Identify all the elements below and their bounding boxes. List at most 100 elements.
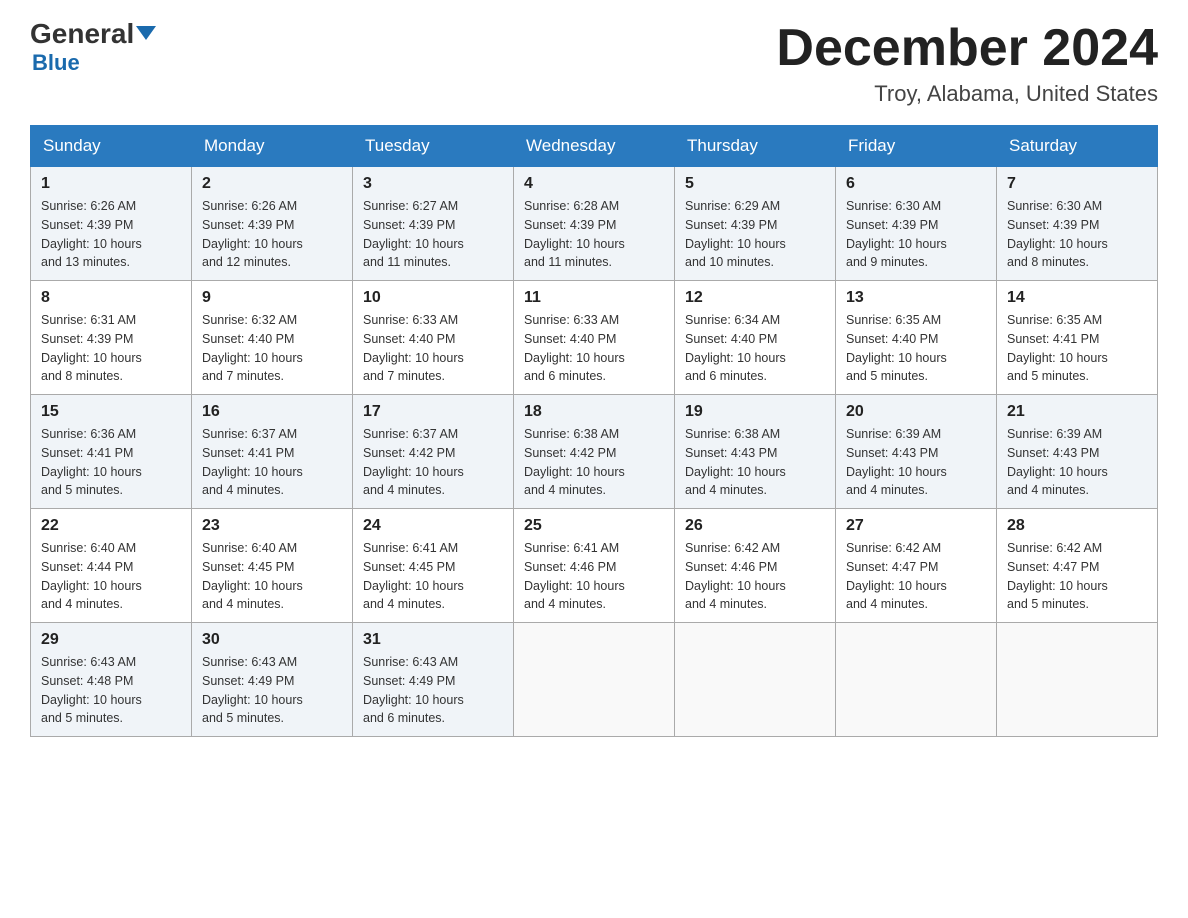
daylight-label: Daylight: 10 hours — [524, 237, 625, 251]
daylight-minutes: and 6 minutes. — [363, 711, 445, 725]
day-info: Sunrise: 6:31 AMSunset: 4:39 PMDaylight:… — [41, 311, 181, 386]
day-number: 26 — [685, 517, 825, 535]
day-info: Sunrise: 6:38 AMSunset: 4:42 PMDaylight:… — [524, 425, 664, 500]
daylight-minutes: and 13 minutes. — [41, 255, 130, 269]
daylight-label: Daylight: 10 hours — [363, 465, 464, 479]
sunrise-label: Sunrise: 6:39 AM — [846, 427, 941, 441]
day-info: Sunrise: 6:43 AMSunset: 4:49 PMDaylight:… — [363, 653, 503, 728]
sunset-label: Sunset: 4:41 PM — [41, 446, 133, 460]
day-number: 23 — [202, 517, 342, 535]
logo-blue: Blue — [30, 50, 80, 76]
daylight-minutes: and 4 minutes. — [363, 597, 445, 611]
day-info: Sunrise: 6:26 AMSunset: 4:39 PMDaylight:… — [202, 197, 342, 272]
day-number: 24 — [363, 517, 503, 535]
calendar-header-row: Sunday Monday Tuesday Wednesday Thursday… — [31, 126, 1158, 167]
day-number: 14 — [1007, 289, 1147, 307]
sunrise-label: Sunrise: 6:41 AM — [363, 541, 458, 555]
sunrise-label: Sunrise: 6:42 AM — [685, 541, 780, 555]
sunrise-label: Sunrise: 6:38 AM — [685, 427, 780, 441]
table-row: 22Sunrise: 6:40 AMSunset: 4:44 PMDayligh… — [31, 509, 192, 623]
sunrise-label: Sunrise: 6:37 AM — [202, 427, 297, 441]
daylight-label: Daylight: 10 hours — [202, 465, 303, 479]
sunset-label: Sunset: 4:40 PM — [524, 332, 616, 346]
day-number: 11 — [524, 289, 664, 307]
daylight-label: Daylight: 10 hours — [846, 237, 947, 251]
daylight-label: Daylight: 10 hours — [363, 237, 464, 251]
day-number: 31 — [363, 631, 503, 649]
day-number: 3 — [363, 175, 503, 193]
sunset-label: Sunset: 4:39 PM — [41, 218, 133, 232]
day-number: 5 — [685, 175, 825, 193]
day-number: 25 — [524, 517, 664, 535]
daylight-label: Daylight: 10 hours — [41, 351, 142, 365]
table-row — [514, 623, 675, 737]
sunset-label: Sunset: 4:39 PM — [685, 218, 777, 232]
table-row: 4 Sunrise: 6:28 AM Sunset: 4:39 PM Daylight… — [514, 167, 675, 281]
table-row: 19Sunrise: 6:38 AMSunset: 4:43 PMDayligh… — [675, 395, 836, 509]
col-monday: Monday — [192, 126, 353, 167]
table-row: 5Sunrise: 6:29 AMSunset: 4:39 PMDaylight… — [675, 167, 836, 281]
day-number: 4 — [524, 175, 664, 193]
day-info: Sunrise: 6:40 AMSunset: 4:45 PMDaylight:… — [202, 539, 342, 614]
day-info: Sunrise: 6:32 AMSunset: 4:40 PMDaylight:… — [202, 311, 342, 386]
daylight-label: Daylight: 10 hours — [1007, 579, 1108, 593]
day-info: Sunrise: 6:39 AMSunset: 4:43 PMDaylight:… — [846, 425, 986, 500]
sunset-label: Sunset: 4:39 PM — [363, 218, 455, 232]
table-row: 28Sunrise: 6:42 AMSunset: 4:47 PMDayligh… — [997, 509, 1158, 623]
daylight-minutes: and 4 minutes. — [1007, 483, 1089, 497]
sunset-label: Sunset: 4:47 PM — [846, 560, 938, 574]
sunrise-label: Sunrise: 6:41 AM — [524, 541, 619, 555]
sunset-label: Sunset: 4:40 PM — [363, 332, 455, 346]
day-number: 15 — [41, 403, 181, 421]
sunrise-label: Sunrise: 6:43 AM — [202, 655, 297, 669]
day-info: Sunrise: 6:41 AMSunset: 4:46 PMDaylight:… — [524, 539, 664, 614]
page-header: General Blue December 2024 Troy, Alabama… — [30, 20, 1158, 107]
day-info: Sunrise: 6:33 AMSunset: 4:40 PMDaylight:… — [363, 311, 503, 386]
sunrise-label: Sunrise: 6:31 AM — [41, 313, 136, 327]
day-info: Sunrise: 6:39 AMSunset: 4:43 PMDaylight:… — [1007, 425, 1147, 500]
table-row: 15Sunrise: 6:36 AMSunset: 4:41 PMDayligh… — [31, 395, 192, 509]
day-info: Sunrise: 6:42 AMSunset: 4:47 PMDaylight:… — [1007, 539, 1147, 614]
table-row: 9Sunrise: 6:32 AMSunset: 4:40 PMDaylight… — [192, 281, 353, 395]
sunrise-label: Sunrise: 6:30 AM — [1007, 199, 1102, 213]
day-number: 6 — [846, 175, 986, 193]
daylight-minutes: and 9 minutes. — [846, 255, 928, 269]
daylight-minutes: and 6 minutes. — [685, 369, 767, 383]
table-row — [836, 623, 997, 737]
daylight-label: Daylight: 10 hours — [41, 579, 142, 593]
daylight-label: Daylight: 10 hours — [202, 351, 303, 365]
day-number: 22 — [41, 517, 181, 535]
sunrise-label: Sunrise: 6:26 AM — [41, 199, 136, 213]
day-info: Sunrise: 6:33 AMSunset: 4:40 PMDaylight:… — [524, 311, 664, 386]
col-thursday: Thursday — [675, 126, 836, 167]
logo-text: General — [30, 20, 156, 48]
sunrise-label: Sunrise: 6:27 AM — [363, 199, 458, 213]
calendar-week-row: 1Sunrise: 6:26 AMSunset: 4:39 PMDaylight… — [31, 167, 1158, 281]
sunrise-label: Sunrise: 6:32 AM — [202, 313, 297, 327]
day-info: Sunrise: 6:42 AMSunset: 4:46 PMDaylight:… — [685, 539, 825, 614]
sunset-label: Sunset: 4:41 PM — [1007, 332, 1099, 346]
sunset-label: Sunset: 4:45 PM — [202, 560, 294, 574]
sunset-label: Sunset: 4:49 PM — [363, 674, 455, 688]
table-row — [675, 623, 836, 737]
daylight-label: Daylight: 10 hours — [363, 579, 464, 593]
calendar-week-row: 29Sunrise: 6:43 AMSunset: 4:48 PMDayligh… — [31, 623, 1158, 737]
sunset-label: Sunset: 4:39 PM — [846, 218, 938, 232]
day-number: 18 — [524, 403, 664, 421]
sunrise-label: Sunrise: 6:35 AM — [846, 313, 941, 327]
table-row: 6Sunrise: 6:30 AMSunset: 4:39 PMDaylight… — [836, 167, 997, 281]
sunrise-label: Sunrise: 6:29 AM — [685, 199, 780, 213]
table-row: 2Sunrise: 6:26 AMSunset: 4:39 PMDaylight… — [192, 167, 353, 281]
daylight-minutes: and 4 minutes. — [202, 597, 284, 611]
sunset-label: Sunset: 4:40 PM — [846, 332, 938, 346]
daylight-label: Daylight: 10 hours — [685, 351, 786, 365]
daylight-label: Daylight: 10 hours — [524, 579, 625, 593]
daylight-minutes: and 7 minutes. — [202, 369, 284, 383]
daylight-minutes: and 4 minutes. — [524, 597, 606, 611]
sunrise-label: Sunrise: 6:28 AM — [524, 199, 619, 213]
sunset-label: Sunset: 4:39 PM — [524, 218, 616, 232]
sunrise-label: Sunrise: 6:42 AM — [1007, 541, 1102, 555]
sunset-label: Sunset: 4:43 PM — [846, 446, 938, 460]
daylight-minutes: and 11 minutes. — [363, 255, 451, 269]
sunrise-label: Sunrise: 6:37 AM — [363, 427, 458, 441]
